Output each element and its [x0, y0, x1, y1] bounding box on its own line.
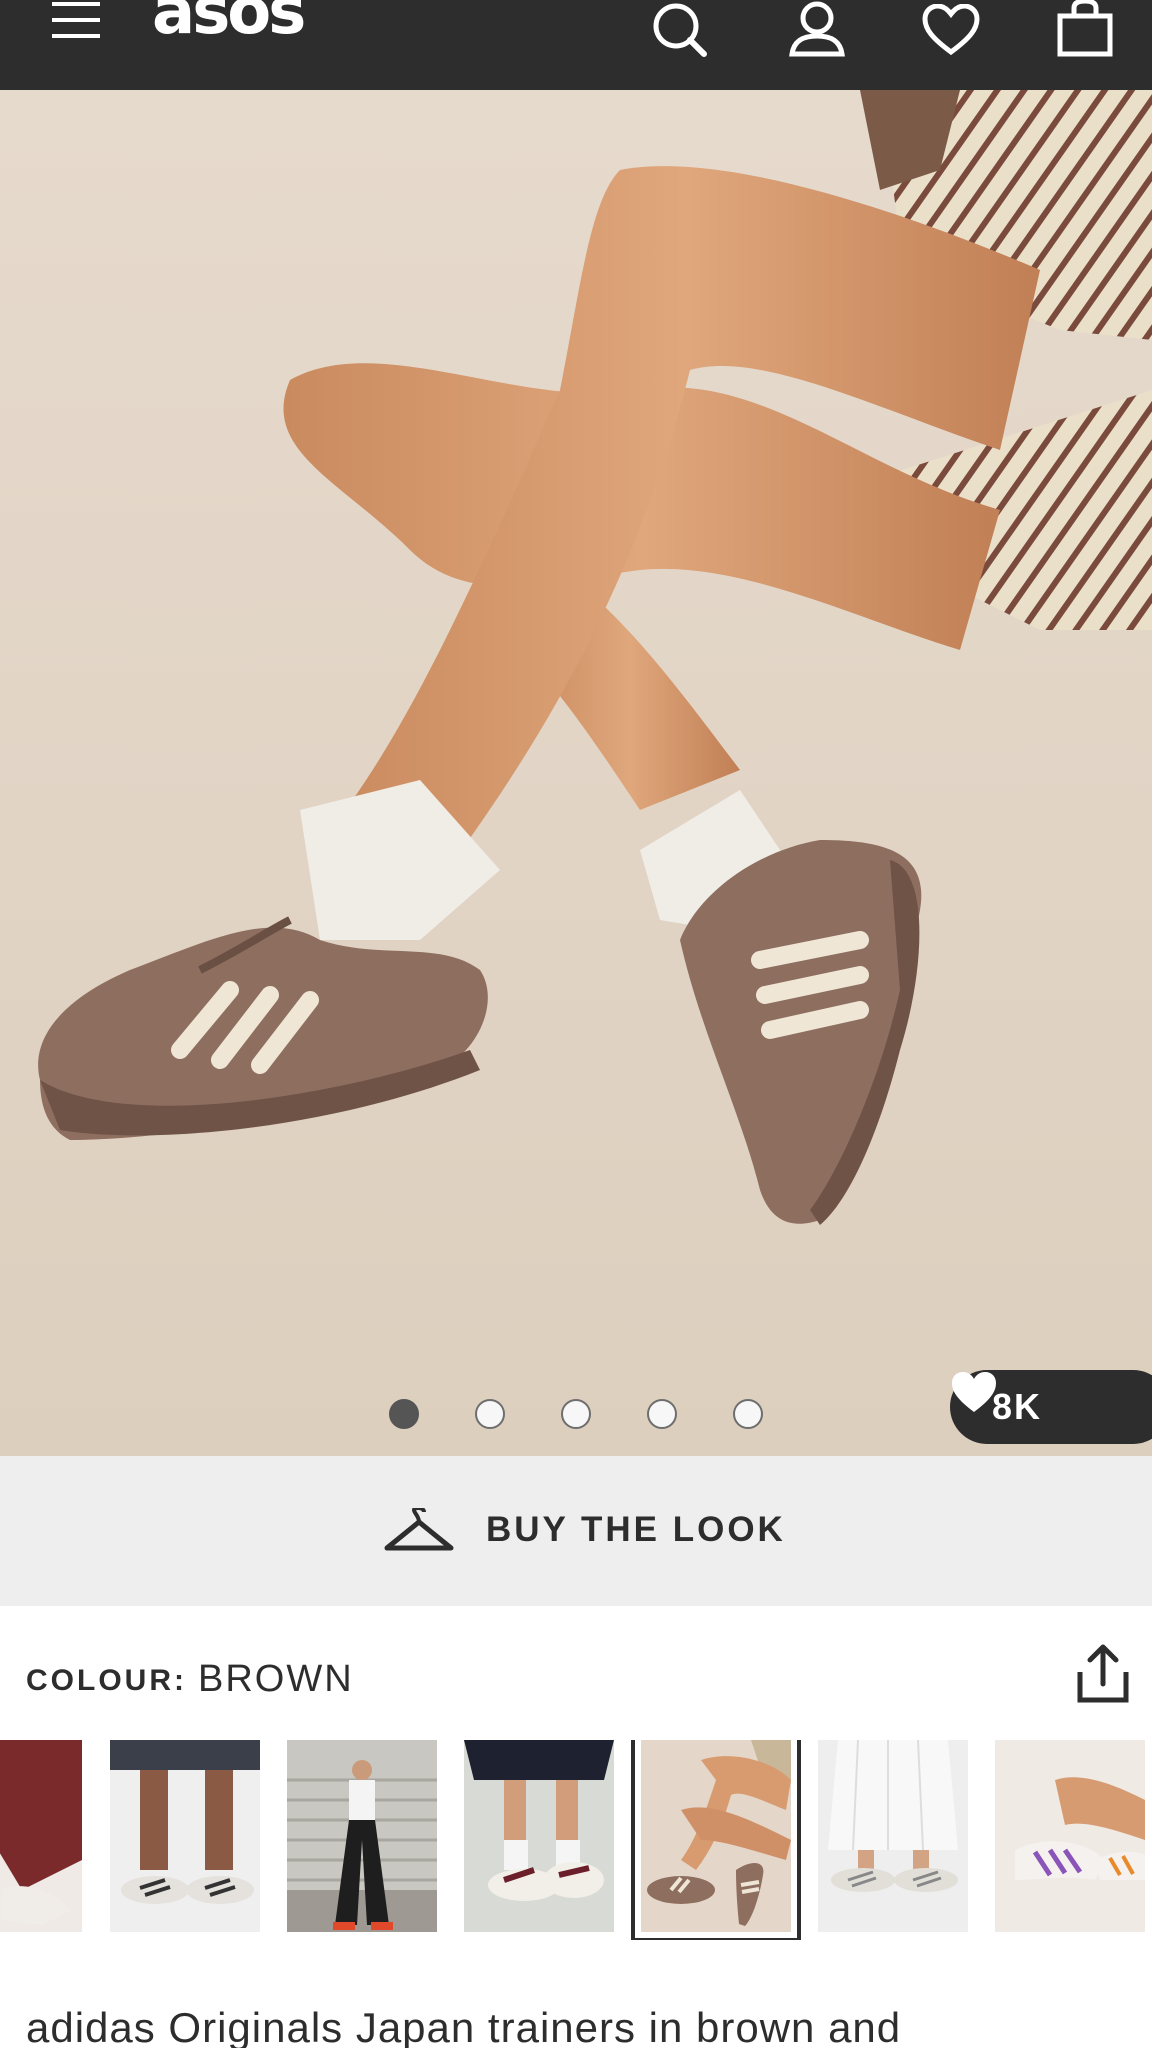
save-count-button[interactable]: 8K	[950, 1370, 1152, 1444]
product-photo	[0, 90, 1152, 1456]
carousel-dot-5[interactable]	[733, 1399, 763, 1429]
thumbnail-6[interactable]	[818, 1740, 968, 1932]
search-icon[interactable]	[652, 0, 710, 58]
colour-thumbnail-strip	[0, 1740, 1152, 1940]
thumbnail-1[interactable]	[0, 1740, 82, 1932]
bag-icon[interactable]	[1056, 0, 1114, 58]
filled-heart-icon	[952, 1372, 996, 1412]
account-icon[interactable]	[788, 0, 846, 58]
hanger-icon	[384, 1508, 454, 1551]
share-icon[interactable]	[1076, 1644, 1130, 1704]
heart-icon[interactable]	[922, 4, 980, 56]
carousel-dot-3[interactable]	[561, 1399, 591, 1429]
colour-value: BROWN	[198, 1658, 354, 1700]
thumbnail-3[interactable]	[287, 1740, 437, 1932]
buy-the-look-button[interactable]: BUY THE LOOK	[0, 1456, 1152, 1606]
thumbnail-7[interactable]	[995, 1740, 1145, 1932]
thumbnail-4[interactable]	[464, 1740, 614, 1932]
thumbnail-5-selected[interactable]	[631, 1740, 801, 1940]
buy-the-look-label: BUY THE LOOK	[486, 1510, 786, 1549]
product-title: adidas Originals Japan trainers in brown…	[26, 2004, 902, 2048]
carousel-dot-2[interactable]	[475, 1399, 505, 1429]
colour-selector-row: COLOUR: BROWN	[0, 1606, 1152, 1736]
asos-logo[interactable]: asos	[152, 0, 306, 44]
carousel-dot-4[interactable]	[647, 1399, 677, 1429]
save-count: 8K	[992, 1386, 1043, 1427]
product-main-image[interactable]: 8K	[0, 90, 1152, 1456]
colour-label: COLOUR:	[26, 1664, 187, 1697]
top-nav-bar: asos	[0, 0, 1152, 90]
thumbnail-2[interactable]	[110, 1740, 260, 1932]
menu-icon[interactable]	[50, 0, 104, 44]
carousel-dot-1[interactable]	[389, 1399, 419, 1429]
